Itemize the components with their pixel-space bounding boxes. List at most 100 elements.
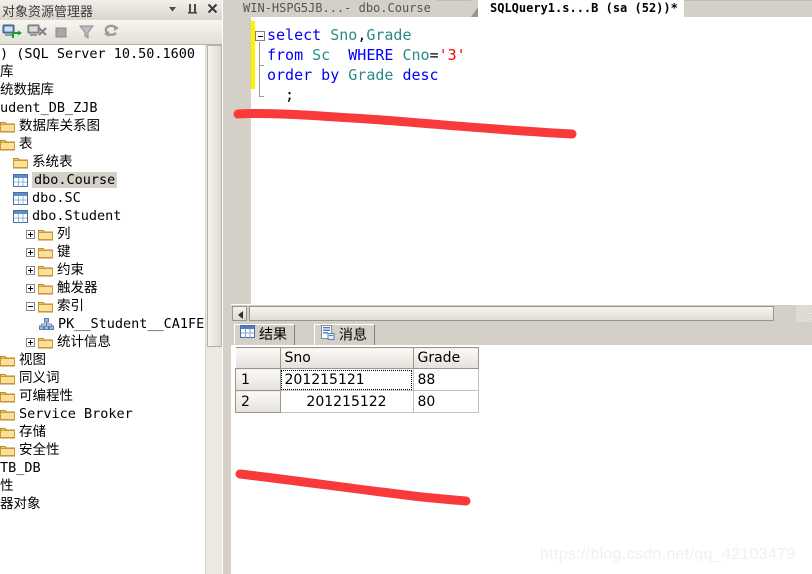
tree-item-13[interactable]: 触发器 xyxy=(0,279,206,297)
sql-editor[interactable]: select Sno,Grade from Sc WHERE Cno='3' ord… xyxy=(231,17,812,322)
tree-item-label: 安全性 xyxy=(19,442,60,458)
tree-item-12[interactable]: 约束 xyxy=(0,261,206,279)
tree-item-21[interactable]: 存储 xyxy=(0,423,206,441)
tree-item-2[interactable]: 统数据库 xyxy=(0,81,206,99)
tree-item-0[interactable]: ) (SQL Server 10.50.1600 - s xyxy=(0,45,206,63)
tree-item-label: 性 xyxy=(0,478,14,494)
scrollbar-thumb[interactable] xyxy=(207,45,222,347)
cell-grade[interactable]: 80 xyxy=(413,390,479,413)
tree-item-label: dbo.SC xyxy=(32,190,81,206)
grid-header-grade[interactable]: Grade xyxy=(413,347,479,369)
code-token: Sno xyxy=(330,26,358,44)
tree-item-label: 触发器 xyxy=(57,280,98,296)
object-explorer-tree[interactable]: ) (SQL Server 10.50.1600 - s 库统数据库 udent_D… xyxy=(0,45,207,574)
object-explorer-toolbar xyxy=(0,20,222,45)
tree-item-label: udent_DB_ZJB xyxy=(0,100,98,116)
object-explorer-scrollbar[interactable] xyxy=(205,45,222,574)
grid-header-sno[interactable]: Sno xyxy=(280,347,414,369)
collapse-icon[interactable] xyxy=(26,301,35,311)
tree-item-3[interactable]: udent_DB_ZJB xyxy=(0,99,206,117)
connect-icon[interactable] xyxy=(2,23,22,42)
tree-item-24[interactable]: 性 xyxy=(0,477,206,495)
code-token: desc xyxy=(402,66,439,84)
refresh-icon[interactable] xyxy=(102,23,122,42)
code-line-1: select Sno,Grade xyxy=(267,25,466,45)
tree-item-label: 统数据库 xyxy=(0,82,54,98)
object-explorer-titlebar: 对象资源管理器 xyxy=(0,0,222,21)
tree-item-label: 约束 xyxy=(57,262,84,278)
code-token: Grade xyxy=(348,66,403,84)
tree-item-label: 可编程性 xyxy=(19,388,73,404)
tree-item-20[interactable]: Service Broker xyxy=(0,405,206,423)
tab-sqlquery1[interactable]: SQLQuery1.s...B (sa (52))* xyxy=(478,0,684,17)
results-tabbar: 结果 消息 xyxy=(231,322,812,345)
folder-icon xyxy=(0,120,15,133)
auto-hide-pin-icon[interactable] xyxy=(186,2,199,15)
code-token: select xyxy=(267,26,331,44)
tree-item-16[interactable]: 统计信息 xyxy=(0,333,206,351)
editor-outline-line xyxy=(259,42,260,96)
folder-icon xyxy=(38,246,53,259)
tree-item-label: PK__Student__CA1FE4 xyxy=(58,316,207,332)
tree-item-5[interactable]: 表 xyxy=(0,135,206,153)
tree-item-9[interactable]: dbo.Student xyxy=(0,207,206,225)
tree-item-label: dbo.Student xyxy=(32,208,122,224)
editor-code[interactable]: select Sno,Grade from Sc WHERE Cno='3' ord… xyxy=(267,25,466,105)
code-line-3: order by Grade desc xyxy=(267,65,466,85)
horizontal-scrollbar-thumb[interactable] xyxy=(249,306,774,321)
expand-icon[interactable] xyxy=(26,283,35,293)
row-number[interactable]: 1 xyxy=(235,368,281,391)
tree-item-10[interactable]: 列 xyxy=(0,225,206,243)
tree-item-22[interactable]: 安全性 xyxy=(0,441,206,459)
tab-dbo-course[interactable]: WIN-HSPG5JB...- dbo.Course xyxy=(231,0,437,17)
tree-item-4[interactable]: 数据库关系图 xyxy=(0,117,206,135)
editor-horizontal-scrollbar[interactable] xyxy=(231,304,812,322)
folder-icon xyxy=(38,282,53,295)
tree-item-18[interactable]: 同义词 xyxy=(0,369,206,387)
table-row[interactable]: 1 201215121 88 xyxy=(235,368,479,391)
filter-icon[interactable] xyxy=(77,23,97,42)
cell-sno[interactable]: 201215121 xyxy=(280,368,414,391)
tree-item-6[interactable]: 系统表 xyxy=(0,153,206,171)
tree-item-11[interactable]: 键 xyxy=(0,243,206,261)
folder-icon xyxy=(0,138,15,151)
dropdown-icon[interactable] xyxy=(166,2,179,15)
cell-sno[interactable]: 201215122 xyxy=(280,390,414,413)
table-icon xyxy=(13,173,28,187)
tree-item-label: 数据库关系图 xyxy=(19,118,100,134)
code-token: ; xyxy=(267,86,295,104)
expand-icon[interactable] xyxy=(26,265,35,275)
scroll-left-button[interactable] xyxy=(232,306,247,321)
titlebar-button-group xyxy=(166,2,219,15)
expand-icon[interactable] xyxy=(26,229,35,239)
grid-corner-header[interactable] xyxy=(235,347,281,369)
cell-grade[interactable]: 88 xyxy=(413,368,479,391)
tree-item-1[interactable]: 库 xyxy=(0,63,206,81)
tree-item-8[interactable]: dbo.SC xyxy=(0,189,206,207)
tab-results[interactable]: 结果 xyxy=(234,324,295,345)
folder-icon xyxy=(38,300,53,313)
stop-icon[interactable] xyxy=(52,23,72,42)
close-icon[interactable] xyxy=(206,2,219,15)
results-grid[interactable]: Sno Grade 1 201215121 88 2 201215122 80 xyxy=(235,347,479,413)
tree-item-17[interactable]: 视图 xyxy=(0,351,206,369)
tree-item-7[interactable]: dbo.Course xyxy=(0,171,206,189)
tree-item-14[interactable]: 索引 xyxy=(0,297,206,315)
table-row[interactable]: 2 201215122 80 xyxy=(235,390,479,413)
row-number[interactable]: 2 xyxy=(235,390,281,413)
tree-item-15[interactable]: PK__Student__CA1FE4 xyxy=(0,315,206,333)
editor-outline-collapse-icon[interactable] xyxy=(255,31,265,41)
tree-item-25[interactable]: 器对象 xyxy=(0,495,206,513)
expand-icon[interactable] xyxy=(26,247,35,257)
tree-item-23[interactable]: TB_DB xyxy=(0,459,206,477)
tab-messages[interactable]: 消息 xyxy=(314,324,375,345)
disconnect-icon[interactable] xyxy=(27,23,47,42)
tree-item-19[interactable]: 可编程性 xyxy=(0,387,206,405)
folder-icon xyxy=(0,372,15,385)
tree-item-label: 库 xyxy=(0,64,14,80)
code-token: Sc xyxy=(312,46,331,64)
expand-icon[interactable] xyxy=(26,337,35,347)
editor-outline-tick xyxy=(259,96,264,97)
app-window: 对象资源管理器) (SQL Server 10.50.1600 - s 库 统… xyxy=(0,0,812,574)
folder-icon xyxy=(38,336,53,349)
